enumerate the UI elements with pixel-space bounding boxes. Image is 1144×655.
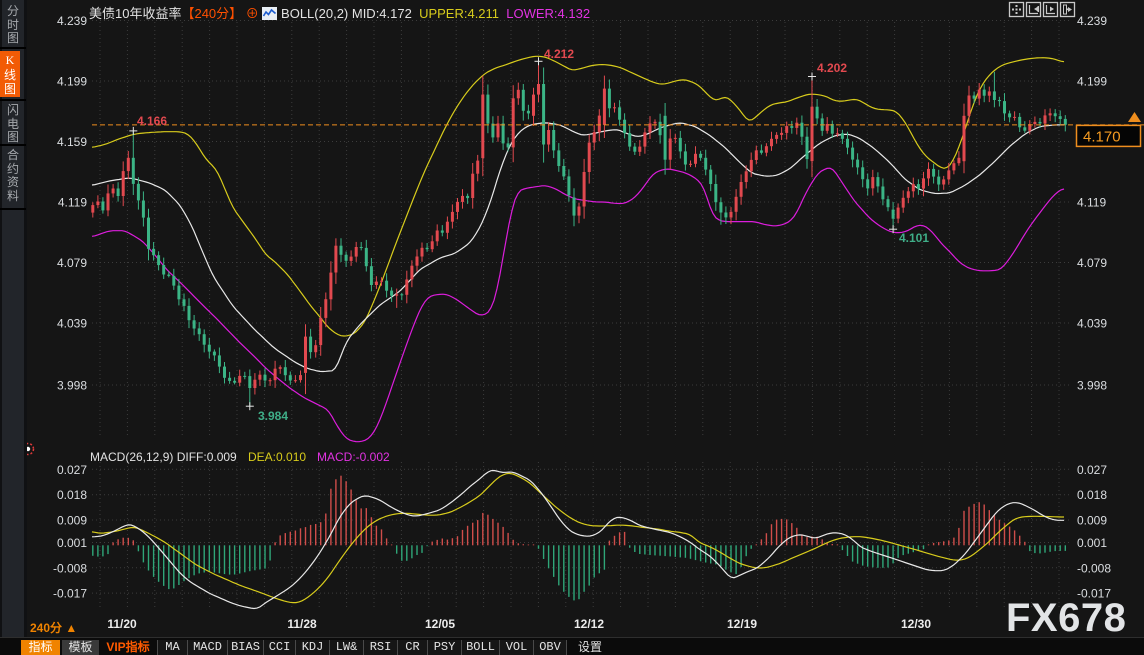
- svg-text:MACD:-0.002: MACD:-0.002: [317, 450, 390, 464]
- svg-text:0.001: 0.001: [1077, 536, 1107, 550]
- svg-text:-0.008: -0.008: [1077, 561, 1111, 575]
- svg-text:12/12: 12/12: [574, 617, 604, 631]
- svg-text:12/05: 12/05: [425, 617, 455, 631]
- svg-text:4.039: 4.039: [1077, 317, 1107, 331]
- svg-text:0.001: 0.001: [57, 536, 87, 550]
- svg-text:4.199: 4.199: [57, 75, 87, 89]
- svg-text:MACD(26,12,9) DIFF:0.009: MACD(26,12,9) DIFF:0.009: [90, 450, 240, 464]
- svg-text:-0.008: -0.008: [53, 561, 87, 575]
- svg-text:4.212: 4.212: [544, 47, 574, 61]
- svg-text:0.009: 0.009: [57, 514, 87, 528]
- svg-text:4.202: 4.202: [817, 61, 847, 75]
- svg-text:4.079: 4.079: [1077, 256, 1107, 270]
- svg-text:4.166: 4.166: [137, 114, 167, 128]
- svg-text:0.018: 0.018: [1077, 488, 1107, 502]
- svg-text:11/28: 11/28: [287, 617, 317, 631]
- svg-text:4.159: 4.159: [57, 135, 87, 149]
- svg-text:4.119: 4.119: [58, 196, 87, 210]
- svg-text:4.039: 4.039: [57, 317, 87, 331]
- svg-text:4.239: 4.239: [57, 14, 87, 28]
- svg-text:0.009: 0.009: [1077, 514, 1107, 528]
- svg-text:3.998: 3.998: [57, 379, 87, 393]
- svg-text:DEA:0.010: DEA:0.010: [248, 450, 306, 464]
- svg-text:-0.017: -0.017: [53, 587, 87, 601]
- svg-text:4.079: 4.079: [57, 256, 87, 270]
- svg-text:4.199: 4.199: [1077, 75, 1107, 89]
- svg-text:4.239: 4.239: [1077, 14, 1107, 28]
- svg-text:3.984: 3.984: [258, 409, 288, 423]
- svg-text:0.018: 0.018: [57, 488, 87, 502]
- svg-text:12/30: 12/30: [901, 617, 931, 631]
- svg-text:4.119: 4.119: [1077, 196, 1106, 210]
- svg-text:4.170: 4.170: [1083, 128, 1121, 145]
- svg-text:0.027: 0.027: [1077, 463, 1107, 477]
- svg-text:11/20: 11/20: [107, 617, 137, 631]
- svg-text:4.101: 4.101: [899, 231, 929, 245]
- svg-text:3.998: 3.998: [1077, 379, 1107, 393]
- svg-text:0.027: 0.027: [57, 463, 87, 477]
- svg-text:12/19: 12/19: [727, 617, 757, 631]
